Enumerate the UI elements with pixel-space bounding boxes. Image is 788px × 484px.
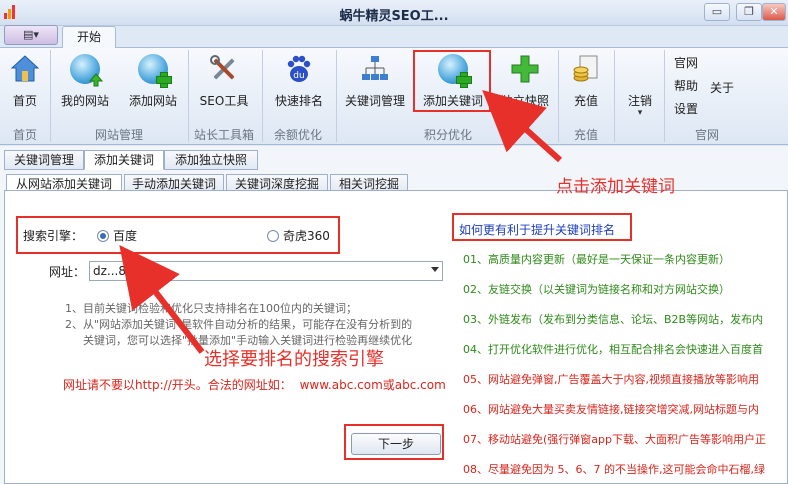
annotation-arrows — [119, 89, 563, 354]
arrow-to-search-engine — [119, 245, 205, 354]
annotation-choose-engine: 选择要排名的搜索引擎 — [204, 349, 384, 370]
arrow-to-add-keyword — [482, 89, 563, 163]
annotation-click-add-keyword: 点击添加关键词 — [556, 177, 675, 197]
